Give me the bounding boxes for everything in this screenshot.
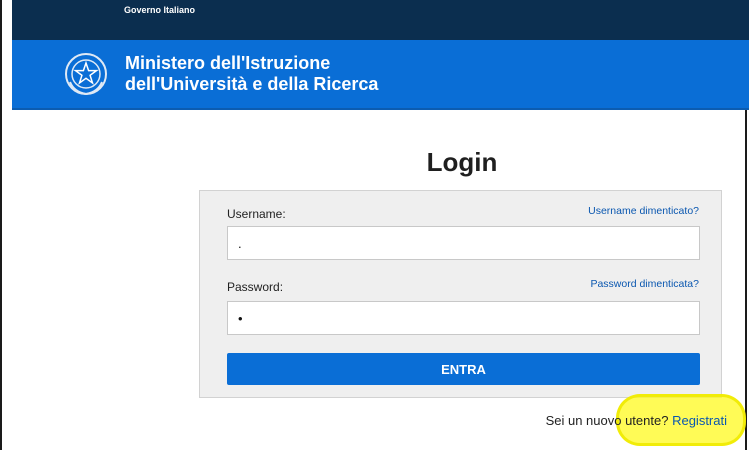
register-link[interactable]: Registrati xyxy=(672,413,727,428)
italian-republic-emblem-icon[interactable] xyxy=(64,52,108,96)
header-divider xyxy=(12,108,749,110)
ministry-header: Ministero dell'Istruzione dell'Universit… xyxy=(12,40,749,109)
username-label: Username: xyxy=(227,207,286,221)
government-label[interactable]: Governo Italiano xyxy=(124,5,195,15)
page-frame: Governo Italiano Ministero dell'Istruzio… xyxy=(0,0,749,450)
forgot-password-link[interactable]: Password dimenticata? xyxy=(590,278,699,290)
login-form: Username: Username dimenticato? Password… xyxy=(199,190,722,398)
ministry-name[interactable]: Ministero dell'Istruzione dell'Universit… xyxy=(125,53,378,95)
forgot-username-link[interactable]: Username dimenticato? xyxy=(588,205,699,217)
login-button[interactable]: ENTRA xyxy=(227,353,700,385)
government-bar: Governo Italiano xyxy=(12,0,749,40)
register-prompt: Sei un nuovo utente? xyxy=(545,413,669,428)
password-input[interactable] xyxy=(227,301,700,335)
ministry-name-line2: dell'Università e della Ricerca xyxy=(125,74,379,94)
register-row: Sei un nuovo utente? Registrati xyxy=(2,413,727,428)
ministry-name-line1: Ministero dell'Istruzione xyxy=(125,53,331,73)
page-title: Login xyxy=(426,147,498,177)
username-input[interactable] xyxy=(227,226,700,260)
password-label: Password: xyxy=(227,280,284,294)
